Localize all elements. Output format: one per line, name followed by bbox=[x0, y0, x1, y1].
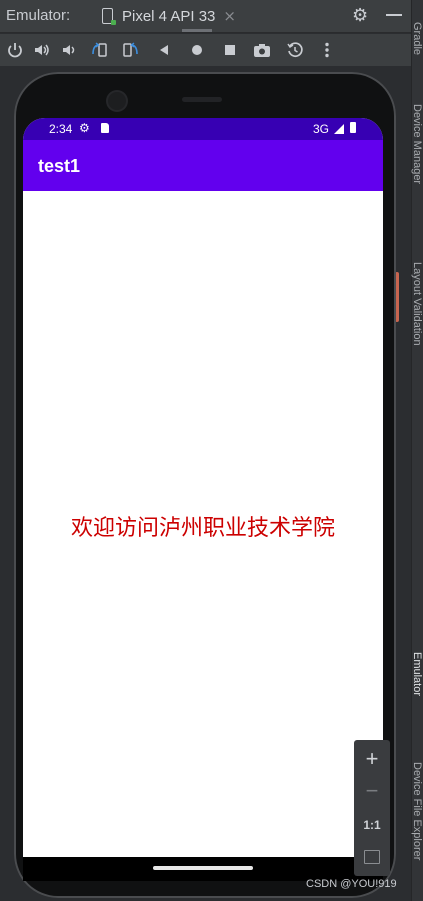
gesture-handle[interactable] bbox=[153, 866, 253, 870]
watermark: CSDN @YOU!919 bbox=[306, 878, 397, 890]
zoom-fit-icon[interactable] bbox=[364, 850, 380, 864]
side-tab-gradle[interactable]: Gradle bbox=[411, 22, 423, 72]
welcome-text: 欢迎访问泸州职业技术学院 bbox=[70, 516, 335, 541]
status-time: 2:34 bbox=[49, 122, 73, 136]
overview-icon[interactable] bbox=[221, 41, 239, 59]
device-screen[interactable]: 2:34 ⚙ 3G test1 欢迎访问泸州职业技术学院 bbox=[23, 118, 383, 857]
close-tab-icon[interactable]: × bbox=[223, 7, 236, 25]
device-tab-label: Pixel 4 API 33 bbox=[122, 7, 216, 25]
snapshot-icon[interactable] bbox=[286, 41, 304, 59]
zoom-out-button[interactable]: − bbox=[354, 778, 390, 804]
emulator-title-bar: Emulator: Pixel 4 API 33 × ⚙ bbox=[0, 0, 411, 33]
emulator-toolbar bbox=[0, 34, 411, 66]
status-sdcard-icon bbox=[101, 123, 109, 133]
signal-icon bbox=[334, 124, 344, 134]
minimize-icon[interactable] bbox=[386, 14, 402, 16]
side-tab-device-file-explorer[interactable]: Device File Explorer bbox=[411, 762, 423, 882]
emulator-label: Emulator: bbox=[6, 7, 71, 24]
device-tab[interactable]: Pixel 4 API 33 × bbox=[96, 0, 252, 32]
app-title: test1 bbox=[38, 156, 81, 176]
android-status-bar: 2:34 ⚙ 3G bbox=[23, 118, 383, 140]
zoom-controls: + − 1:1 bbox=[354, 740, 390, 876]
back-icon[interactable] bbox=[155, 41, 173, 59]
status-settings-icon: ⚙ bbox=[79, 121, 90, 135]
rotate-left-icon[interactable] bbox=[90, 41, 108, 59]
battery-icon bbox=[350, 122, 356, 133]
zoom-actual-size-button[interactable]: 1:1 bbox=[354, 818, 390, 832]
side-tab-layout-validation[interactable]: Layout Validation bbox=[411, 262, 423, 378]
status-network-type: 3G bbox=[313, 122, 330, 136]
volume-down-icon[interactable] bbox=[60, 41, 78, 59]
rotate-right-icon[interactable] bbox=[122, 41, 140, 59]
power-icon[interactable] bbox=[6, 41, 24, 59]
side-tab-device-manager[interactable]: Device Manager bbox=[411, 104, 423, 216]
volume-up-icon[interactable] bbox=[33, 41, 51, 59]
camera-icon bbox=[108, 92, 126, 110]
side-tab-emulator[interactable]: Emulator bbox=[411, 652, 423, 716]
tab-underline bbox=[182, 29, 212, 32]
more-icon[interactable] bbox=[318, 41, 336, 59]
app-bar: test1 bbox=[23, 140, 383, 191]
home-icon[interactable] bbox=[188, 41, 206, 59]
zoom-in-button[interactable]: + bbox=[354, 746, 390, 772]
speaker-grille bbox=[182, 97, 222, 102]
settings-gear-icon[interactable]: ⚙ bbox=[352, 5, 368, 26]
screenshot-icon[interactable] bbox=[253, 41, 271, 59]
device-phone-icon bbox=[102, 8, 116, 25]
